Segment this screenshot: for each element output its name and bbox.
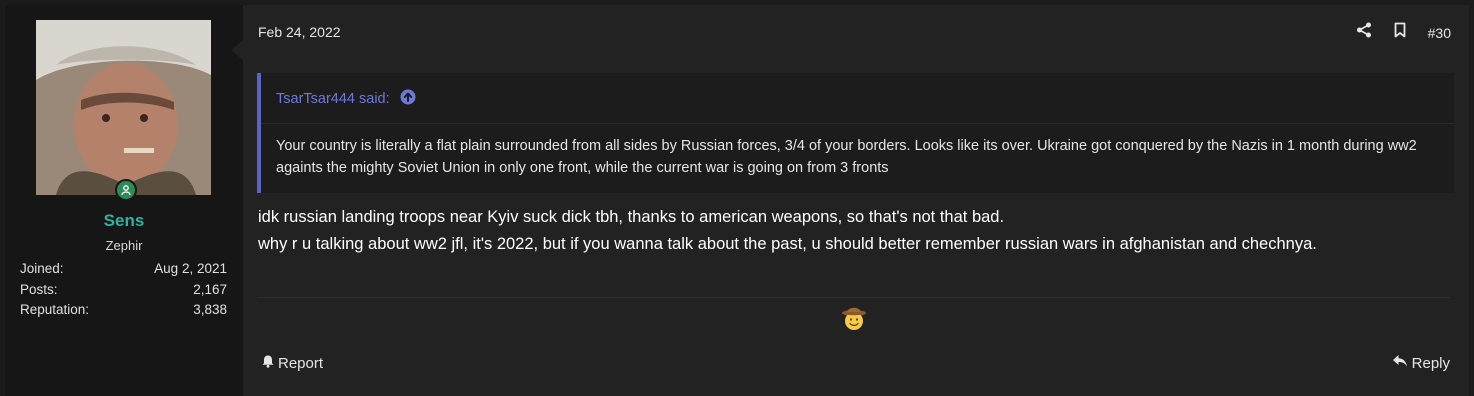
message-body: idk russian landing troops near Kyiv suc… [258, 204, 1448, 258]
arrow-up-circle-icon[interactable] [400, 89, 416, 109]
quote-author[interactable]: TsarTsar444 said: [276, 91, 390, 107]
stat-value: 3,838 [193, 302, 227, 317]
message-line: why r u talking about ww2 jfl, it's 2022… [258, 235, 1317, 253]
share-icon[interactable] [1356, 22, 1372, 43]
reply-button[interactable]: Reply [1392, 354, 1450, 372]
stat-reputation: Reputation: 3,838 [20, 300, 227, 321]
avatar-image [36, 20, 211, 195]
user-sidebar: Sens Zephir Joined: Aug 2, 2021 Posts: 2… [5, 5, 243, 396]
report-label: Report [278, 354, 324, 372]
message-pointer [231, 40, 243, 60]
stat-label: Posts: [20, 281, 58, 297]
post-date[interactable]: Feb 24, 2022 [258, 24, 341, 40]
cowboy-emoji[interactable] [841, 305, 867, 331]
message-divider [257, 297, 1450, 298]
stat-label: Reputation: [20, 302, 90, 317]
stat-value: 2,167 [193, 281, 227, 297]
quote-header[interactable]: TsarTsar444 said: [276, 89, 416, 109]
bookmark-icon[interactable] [1394, 22, 1406, 43]
online-status-icon [115, 179, 137, 201]
reply-icon [1392, 354, 1408, 372]
post-actions: #30 [1356, 22, 1451, 43]
quote-text: Your country is literally a flat plain s… [276, 138, 1417, 176]
stat-joined: Joined: Aug 2, 2021 [20, 259, 227, 280]
stat-posts: Posts: 2,167 [20, 280, 227, 301]
reply-label: Reply [1411, 354, 1450, 372]
quote-block: TsarTsar444 said: Your country is litera… [257, 73, 1454, 193]
quote-divider [261, 123, 1454, 124]
stat-value: Aug 2, 2021 [154, 261, 227, 276]
message-cell: Feb 24, 2022 #30 TsarTsar444 said: Your … [243, 5, 1469, 396]
report-button[interactable]: Report [261, 354, 323, 372]
message-line: idk russian landing troops near Kyiv suc… [258, 208, 1005, 226]
username-link[interactable]: Sens [5, 211, 243, 231]
bell-icon [261, 354, 275, 372]
forum-post: Sens Zephir Joined: Aug 2, 2021 Posts: 2… [0, 0, 1474, 396]
user-avatar[interactable] [36, 20, 211, 195]
stat-label: Joined: [20, 261, 64, 276]
user-stats: Joined: Aug 2, 2021 Posts: 2,167 Reputat… [20, 259, 227, 321]
post-number-link[interactable]: #30 [1428, 25, 1451, 41]
user-title: Zephir [105, 238, 143, 253]
